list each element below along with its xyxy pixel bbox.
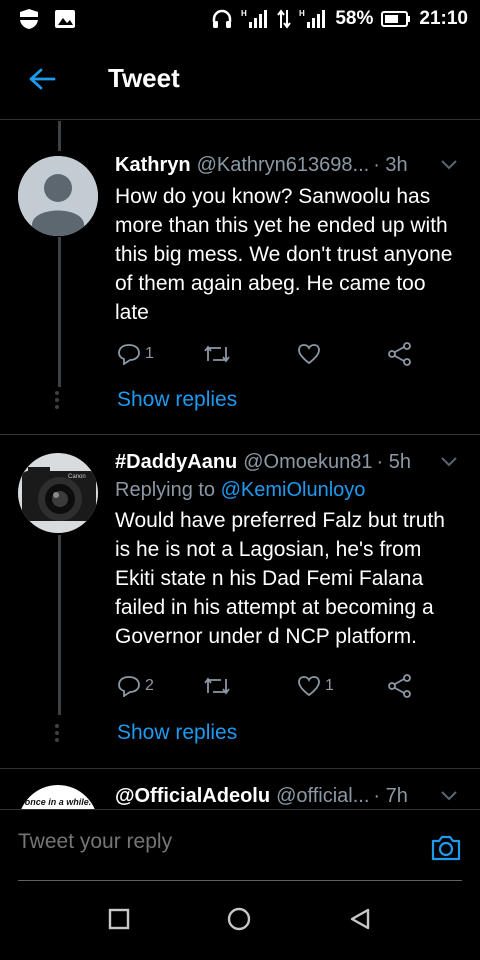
- image-icon: [54, 8, 76, 30]
- thread-dots-icon: [55, 391, 59, 409]
- signal-icon: H: [241, 8, 269, 30]
- page-title: Tweet: [108, 63, 180, 93]
- reply-count: 2: [145, 677, 154, 694]
- avatar[interactable]: once in a while.: [18, 785, 98, 809]
- replies-feed[interactable]: Kathryn @Kathryn613698... · 3h How do yo…: [0, 121, 480, 809]
- reply-button[interactable]: 2: [117, 675, 154, 697]
- data-transfer-icon: [277, 8, 292, 30]
- replying-prefix: Replying to: [115, 479, 221, 501]
- back-nav-button[interactable]: [348, 907, 372, 936]
- clock: 21:10: [419, 8, 468, 29]
- share-button[interactable]: [387, 674, 413, 698]
- thread-dots-icon: [55, 724, 59, 742]
- share-button[interactable]: [387, 342, 413, 366]
- reply-icon: [118, 676, 140, 697]
- reply-count: 1: [145, 345, 154, 362]
- reply-input[interactable]: [18, 830, 398, 854]
- svg-text:H: H: [241, 9, 247, 18]
- author-handle[interactable]: @Omoekun81: [243, 451, 372, 474]
- recents-button[interactable]: [108, 908, 130, 935]
- tweet-time: · 5h: [376, 450, 411, 473]
- app-header: Tweet: [0, 38, 480, 120]
- reply-button[interactable]: 1: [117, 343, 154, 365]
- like-count: 1: [325, 677, 334, 694]
- tweet[interactable]: once in a while. @OfficialAdeolu @offici…: [0, 769, 480, 809]
- default-avatar-icon: [18, 156, 98, 236]
- share-icon: [388, 674, 411, 698]
- headphones-icon: [211, 8, 233, 30]
- reply-underline: [18, 880, 462, 881]
- signal-icon-2: H: [299, 8, 327, 30]
- svg-text:H: H: [299, 9, 305, 18]
- like-button[interactable]: [297, 343, 321, 365]
- author-name[interactable]: @OfficialAdeolu: [115, 785, 270, 808]
- heart-icon: [298, 344, 320, 365]
- show-replies-link[interactable]: Show replies: [117, 721, 237, 745]
- camera-photo-avatar: Canon: [18, 453, 98, 533]
- back-button[interactable]: [12, 49, 72, 109]
- triangle-back-icon: [350, 908, 370, 929]
- shield-icon: [18, 8, 40, 30]
- tweet-text: How do you know? Sanwoolu has more than …: [115, 185, 453, 324]
- share-icon: [388, 342, 411, 366]
- tweet[interactable]: Canon #DaddyAanu @Omoekun81 · 5h Replyin…: [0, 435, 480, 769]
- author-name[interactable]: Kathryn: [115, 154, 191, 177]
- chevron-down-icon[interactable]: [430, 154, 458, 177]
- like-button[interactable]: 1: [297, 675, 334, 697]
- arrow-left-icon: [29, 68, 56, 89]
- square-icon: [108, 908, 130, 929]
- battery-percent: 58%: [335, 8, 374, 29]
- author-handle[interactable]: @Kathryn613698...: [197, 154, 370, 177]
- avatar-text: once in a while.: [24, 797, 92, 807]
- mention-link[interactable]: @KemiOlunloyo: [221, 479, 366, 501]
- battery-icon: [381, 10, 411, 28]
- retweet-button[interactable]: [203, 343, 231, 365]
- show-replies-link[interactable]: Show replies: [117, 388, 237, 412]
- retweet-icon: [204, 677, 230, 695]
- tweet[interactable]: Kathryn @Kathryn613698... · 3h How do yo…: [0, 121, 480, 435]
- author-name[interactable]: #DaddyAanu: [115, 451, 237, 474]
- chevron-down-icon[interactable]: [430, 451, 458, 474]
- replying-to: Replying to @KemiOlunloyo: [115, 479, 458, 502]
- heart-icon: [298, 676, 320, 697]
- thread-line: [58, 237, 61, 387]
- tweet-time: · 7h: [373, 784, 408, 807]
- author-handle[interactable]: @official...: [276, 785, 369, 808]
- reply-icon: [118, 344, 140, 365]
- tweet-time: · 3h: [373, 153, 408, 176]
- circle-icon: [227, 907, 251, 930]
- tweet-text: Would have preferred Falz but truth is h…: [115, 509, 445, 648]
- chevron-down-icon[interactable]: [430, 785, 458, 808]
- camera-icon: [431, 835, 461, 861]
- retweet-icon: [204, 345, 230, 363]
- svg-text:Canon: Canon: [68, 474, 86, 480]
- avatar[interactable]: [18, 156, 98, 236]
- thread-line: [58, 121, 61, 151]
- avatar[interactable]: Canon: [18, 453, 98, 533]
- retweet-button[interactable]: [203, 675, 231, 697]
- thread-line: [58, 535, 61, 715]
- system-nav-bar: [0, 882, 480, 960]
- camera-button[interactable]: [430, 834, 462, 867]
- home-button[interactable]: [226, 906, 252, 937]
- reply-bar: [0, 809, 480, 881]
- status-bar: H H 58% 21:10: [0, 0, 480, 38]
